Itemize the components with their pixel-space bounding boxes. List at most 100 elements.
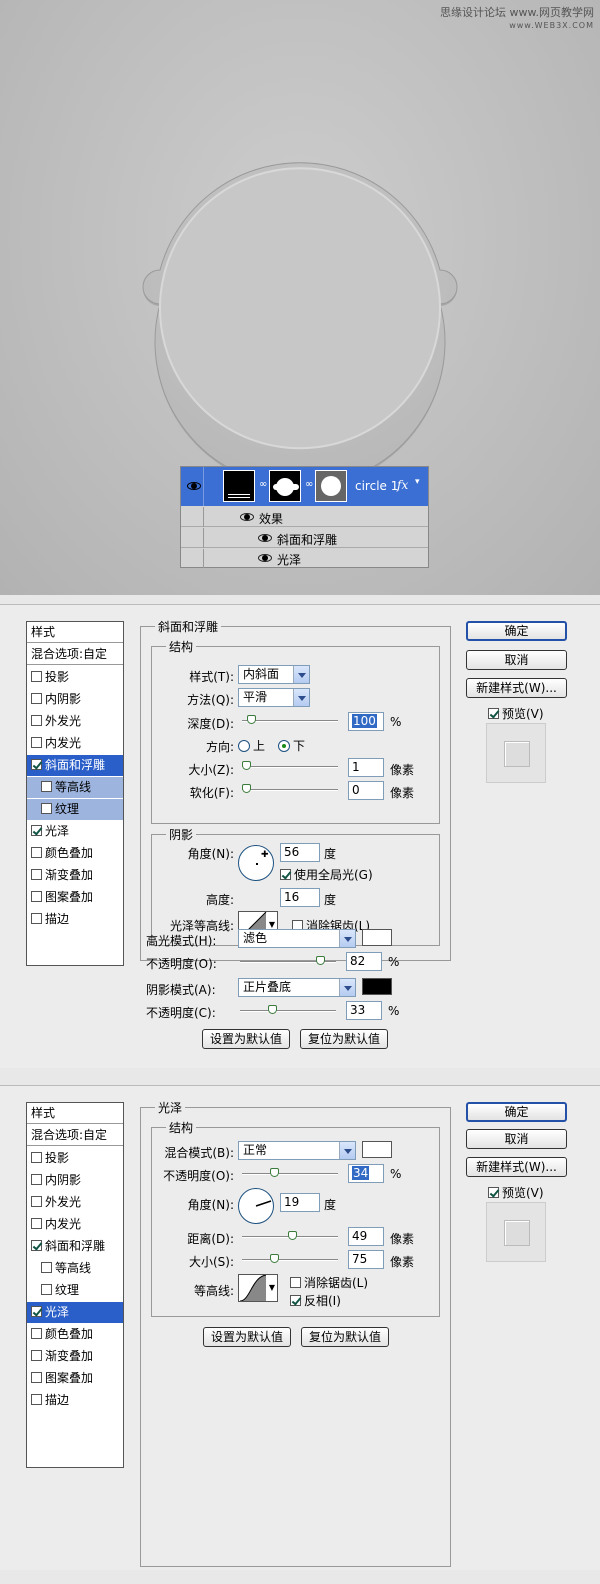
- checkbox[interactable]: [31, 847, 42, 858]
- style-item-bevel[interactable]: 斜面和浮雕: [27, 1236, 123, 1257]
- contour-picker[interactable]: ▼: [238, 1274, 278, 1302]
- anti-alias-checkbox[interactable]: 消除锯齿(L): [290, 1274, 368, 1291]
- checkbox[interactable]: [31, 1240, 42, 1251]
- slider-handle[interactable]: [270, 1254, 279, 1263]
- eye-icon[interactable]: [187, 482, 201, 490]
- style-item-satin[interactable]: 光泽: [27, 821, 123, 842]
- style-item-bevel[interactable]: 斜面和浮雕: [27, 755, 123, 776]
- checkbox[interactable]: [31, 715, 42, 726]
- opacity-input[interactable]: 34: [348, 1164, 384, 1183]
- checkbox[interactable]: [31, 825, 42, 836]
- set-default-button[interactable]: 设置为默认值: [203, 1327, 291, 1347]
- depth-slider[interactable]: [242, 715, 338, 724]
- layer-name[interactable]: circle 1: [355, 479, 398, 493]
- shadow-opacity-input[interactable]: 33: [346, 1001, 382, 1020]
- distance-input[interactable]: 49: [348, 1227, 384, 1246]
- style-item-texture[interactable]: 纹理: [27, 1280, 123, 1301]
- style-item-gradient-overlay[interactable]: 渐变叠加: [27, 1346, 123, 1367]
- style-item-satin[interactable]: 光泽: [27, 1302, 123, 1323]
- cancel-button[interactable]: 取消: [466, 1129, 567, 1149]
- checkbox[interactable]: [31, 759, 42, 770]
- eye-icon[interactable]: [240, 513, 254, 521]
- style-item-pattern-overlay[interactable]: 图案叠加: [27, 1368, 123, 1389]
- slider-handle[interactable]: [242, 784, 251, 793]
- blend-options-item[interactable]: 混合选项:自定: [27, 644, 123, 665]
- set-default-button[interactable]: 设置为默认值: [202, 1029, 290, 1049]
- shadow-color-swatch[interactable]: [362, 978, 392, 995]
- altitude-input[interactable]: 16: [280, 888, 320, 907]
- shadow-opacity-slider[interactable]: [240, 1005, 336, 1014]
- style-item-drop-shadow[interactable]: 投影: [27, 1148, 123, 1169]
- style-item-pattern-overlay[interactable]: 图案叠加: [27, 887, 123, 908]
- technique-select[interactable]: 平滑: [238, 688, 310, 707]
- invert-checkbox[interactable]: 反相(I): [290, 1292, 341, 1309]
- eye-icon[interactable]: [258, 554, 272, 562]
- checkbox[interactable]: [31, 693, 42, 704]
- size-input[interactable]: 75: [348, 1250, 384, 1269]
- checkbox[interactable]: [31, 891, 42, 902]
- new-style-button[interactable]: 新建样式(W)...: [466, 1157, 567, 1177]
- checkbox[interactable]: [41, 1284, 52, 1295]
- distance-slider[interactable]: [242, 1231, 338, 1240]
- angle-input[interactable]: 56: [280, 843, 320, 862]
- slider-handle[interactable]: [316, 956, 325, 965]
- collapse-arrow-icon[interactable]: ▾: [415, 477, 420, 487]
- checkbox[interactable]: [31, 913, 42, 924]
- style-item-stroke[interactable]: 描边: [27, 1390, 123, 1411]
- checkbox[interactable]: [31, 1218, 42, 1229]
- cancel-button[interactable]: 取消: [466, 650, 567, 670]
- checkbox[interactable]: [31, 869, 42, 880]
- checkbox[interactable]: [31, 737, 42, 748]
- soften-input[interactable]: 0: [348, 781, 384, 800]
- style-item-outer-glow[interactable]: 外发光: [27, 1192, 123, 1213]
- highlight-mode-select[interactable]: 滤色: [238, 929, 356, 948]
- eye-icon[interactable]: [258, 534, 272, 542]
- style-item-color-overlay[interactable]: 颜色叠加: [27, 1324, 123, 1345]
- effects-row[interactable]: 效果: [181, 507, 428, 527]
- checkbox[interactable]: [41, 803, 52, 814]
- bevel-style-select[interactable]: 内斜面: [238, 665, 310, 684]
- checkbox[interactable]: [31, 1152, 42, 1163]
- size-slider[interactable]: [242, 1254, 338, 1263]
- style-item-inner-glow[interactable]: 内发光: [27, 1214, 123, 1235]
- angle-dial[interactable]: ✚: [238, 845, 274, 881]
- new-style-button[interactable]: 新建样式(W)...: [466, 678, 567, 698]
- shadow-mode-select[interactable]: 正片叠底: [238, 978, 356, 997]
- effect-row-satin[interactable]: 光泽: [181, 549, 428, 568]
- slider-handle[interactable]: [242, 761, 251, 770]
- style-item-texture[interactable]: 纹理: [27, 799, 123, 820]
- blend-mode-select[interactable]: 正常: [238, 1141, 356, 1160]
- style-item-outer-glow[interactable]: 外发光: [27, 711, 123, 732]
- size-input[interactable]: 1: [348, 758, 384, 777]
- style-item-gradient-overlay[interactable]: 渐变叠加: [27, 865, 123, 886]
- highlight-opacity-input[interactable]: 82: [346, 952, 382, 971]
- checkbox[interactable]: [31, 1306, 42, 1317]
- style-item-contour[interactable]: 等高线: [27, 777, 123, 798]
- preview-checkbox[interactable]: 预览(V): [488, 1184, 544, 1201]
- soften-slider[interactable]: [242, 784, 338, 793]
- checkbox[interactable]: [31, 1174, 42, 1185]
- angle-input[interactable]: 19: [280, 1193, 320, 1212]
- style-item-stroke[interactable]: 描边: [27, 909, 123, 930]
- slider-handle[interactable]: [288, 1231, 297, 1240]
- reset-default-button[interactable]: 复位为默认值: [301, 1327, 389, 1347]
- checkbox[interactable]: [41, 1262, 52, 1273]
- style-item-contour[interactable]: 等高线: [27, 1258, 123, 1279]
- ok-button[interactable]: 确定: [466, 1102, 567, 1122]
- checkbox[interactable]: [31, 671, 42, 682]
- checkbox[interactable]: [41, 781, 52, 792]
- reset-default-button[interactable]: 复位为默认值: [300, 1029, 388, 1049]
- slider-handle[interactable]: [268, 1005, 277, 1014]
- checkbox[interactable]: [31, 1372, 42, 1383]
- effect-row-bevel[interactable]: 斜面和浮雕: [181, 528, 428, 548]
- slider-handle[interactable]: [247, 715, 256, 724]
- style-item-inner-shadow[interactable]: 内阴影: [27, 1170, 123, 1191]
- satin-color-swatch[interactable]: [362, 1141, 392, 1158]
- opacity-slider[interactable]: [242, 1168, 338, 1177]
- checkbox[interactable]: [31, 1394, 42, 1405]
- checkbox[interactable]: [31, 1196, 42, 1207]
- style-item-inner-shadow[interactable]: 内阴影: [27, 689, 123, 710]
- size-slider[interactable]: [242, 761, 338, 770]
- blend-options-item[interactable]: 混合选项:自定: [27, 1125, 123, 1146]
- direction-up-radio[interactable]: 上: [238, 737, 265, 754]
